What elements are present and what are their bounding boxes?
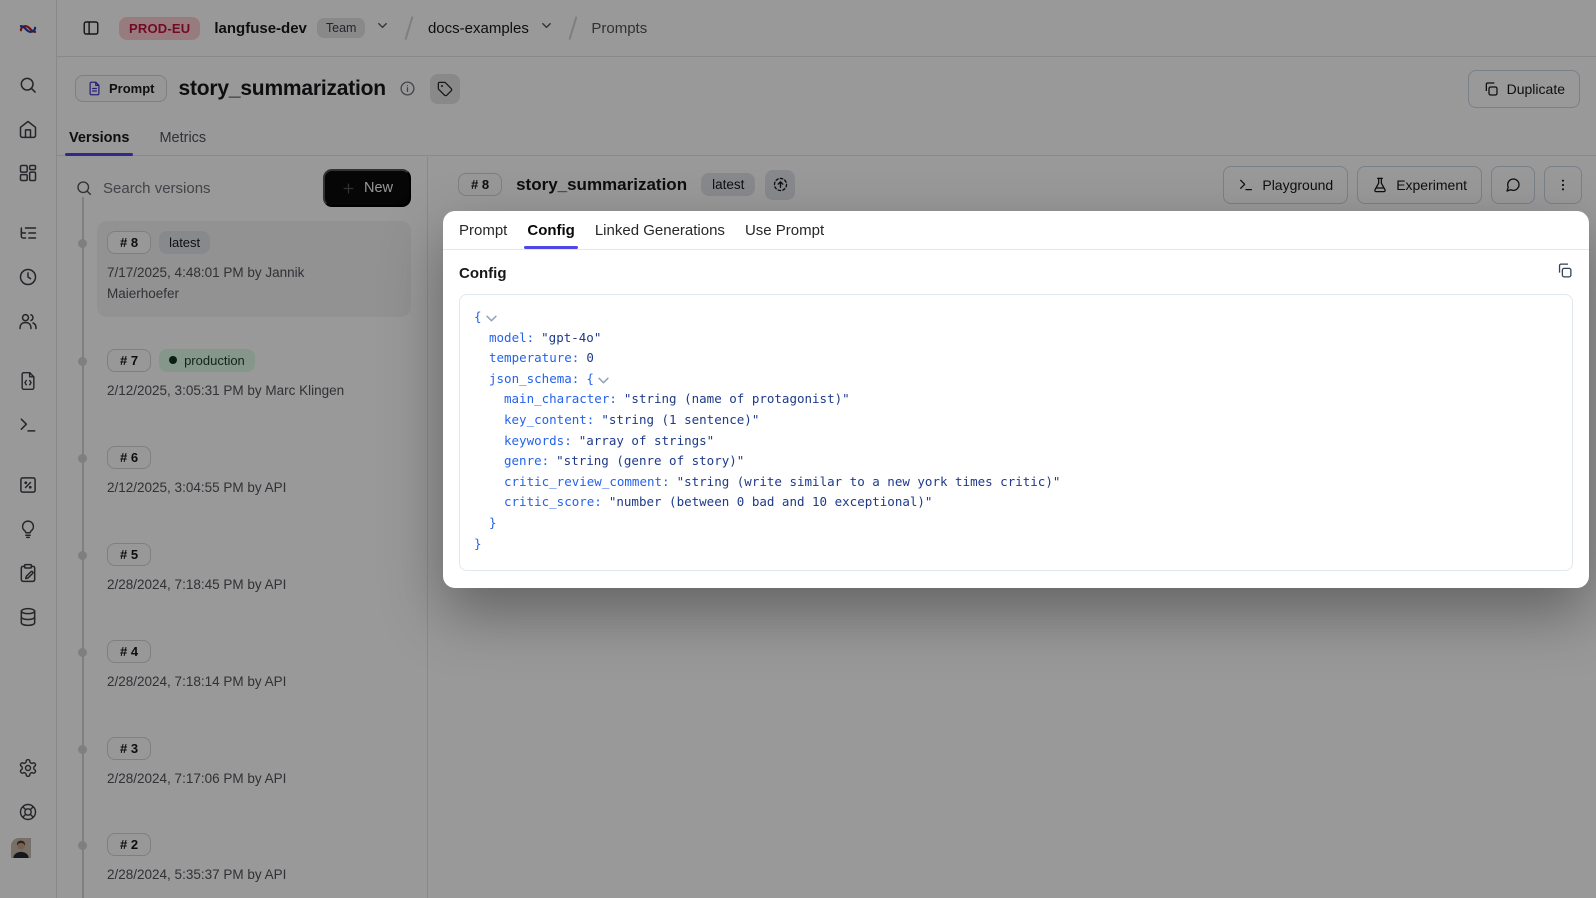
collapse-chevron-icon[interactable]	[598, 375, 609, 386]
collapse-chevron-icon[interactable]	[486, 313, 497, 324]
config-json-line: main_character:"string (name of protagon…	[474, 389, 1558, 410]
config-section-title: Config	[459, 265, 506, 282]
config-json-line: keywords:"array of strings"	[474, 431, 1558, 452]
config-section-header: Config	[443, 250, 1589, 294]
config-json-line: json_schema:{	[474, 369, 1558, 390]
config-json-viewer: { model:"gpt-4o" temperature:0 json_sche…	[459, 294, 1573, 571]
config-json-line: key_content:"string (1 sentence)"	[474, 410, 1558, 431]
tab-config[interactable]: Config	[527, 211, 574, 249]
tab-linked-generations[interactable]: Linked Generations	[595, 211, 725, 249]
copy-icon[interactable]	[1556, 262, 1573, 284]
peek-card-tabs: Prompt Config Linked Generations Use Pro…	[443, 211, 1589, 250]
config-json-line: critic_review_comment:"string (write sim…	[474, 472, 1558, 493]
config-json-line: temperature:0	[474, 348, 1558, 369]
config-json-line: model:"gpt-4o"	[474, 328, 1558, 349]
config-json-line: critic_score:"number (between 0 bad and …	[474, 492, 1558, 513]
config-json-line: }	[474, 534, 1558, 555]
prompt-version-peek-card: Prompt Config Linked Generations Use Pro…	[443, 211, 1589, 588]
tab-prompt[interactable]: Prompt	[459, 211, 507, 249]
config-json-line: {	[474, 307, 1558, 328]
tab-use-prompt[interactable]: Use Prompt	[745, 211, 824, 249]
config-json-line: }	[474, 513, 1558, 534]
config-json-line: genre:"string (genre of story)"	[474, 451, 1558, 472]
app-root: PROD-EU langfuse-dev Team docs-examples …	[0, 0, 1596, 898]
